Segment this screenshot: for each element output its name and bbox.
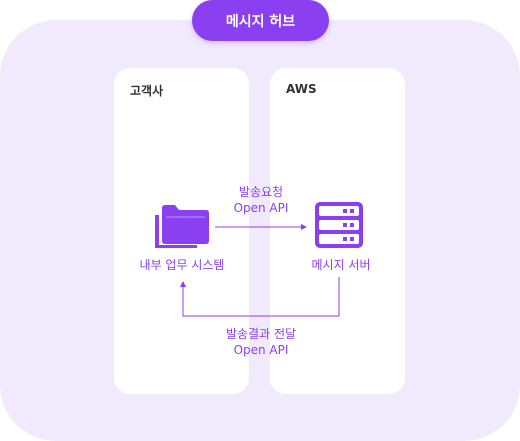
flow-arrows (180, 224, 340, 317)
internal-system-label: 내부 업무 시스템 (139, 258, 225, 272)
server-icon (315, 202, 363, 248)
result-arrow (180, 277, 340, 317)
message-server-label: 메시지 서버 (311, 258, 371, 272)
send-request-api: Open API (233, 201, 289, 215)
send-result-label: 발송결과 전달 Open API (212, 326, 310, 358)
send-result-api: Open API (233, 343, 289, 357)
folder-icon (155, 205, 209, 248)
send-result-title: 발송결과 전달 (225, 327, 297, 341)
send-request-title: 발송요청 (238, 185, 284, 199)
send-request-label: 발송요청 Open API (218, 184, 304, 216)
